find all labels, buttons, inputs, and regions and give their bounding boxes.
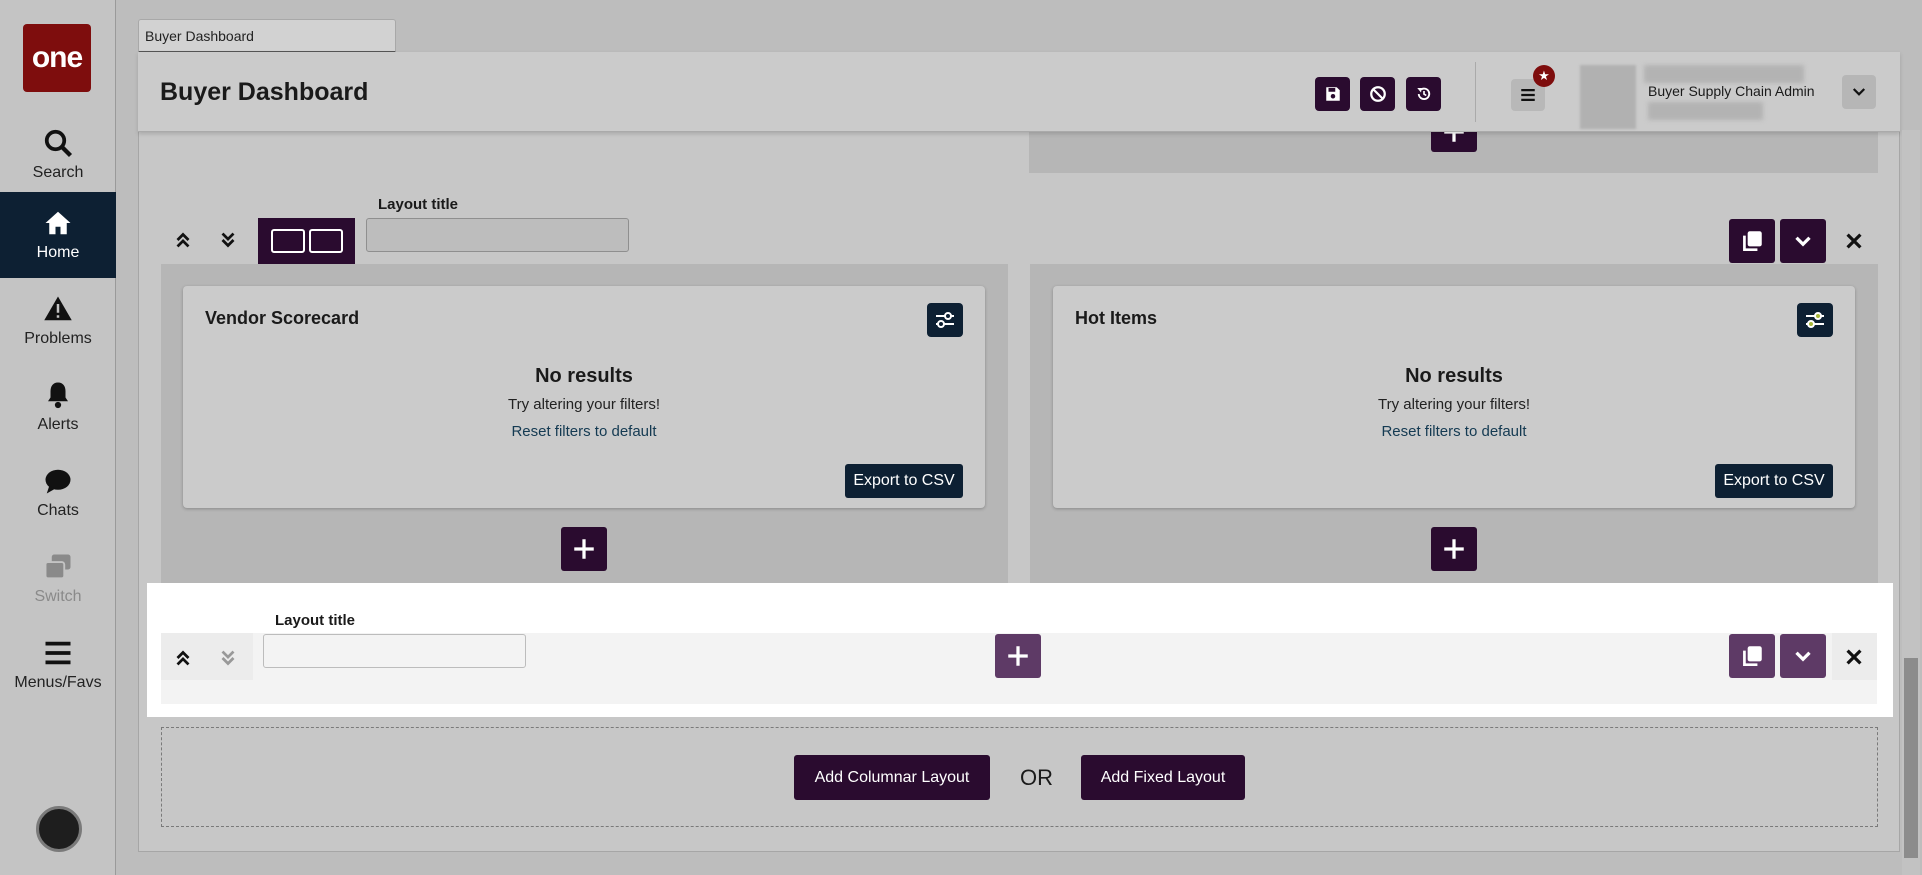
copy-layout-button[interactable]	[1729, 219, 1775, 263]
sidebar-item-problems[interactable]: Problems	[0, 278, 116, 364]
plus-icon	[1444, 539, 1464, 559]
sidebar-item-label: Problems	[24, 330, 92, 347]
bell-icon	[48, 382, 68, 409]
add-widget-button[interactable]	[995, 634, 1041, 678]
sidebar-item-menus-favs[interactable]: Menus/Favs	[0, 622, 116, 708]
chevron-down-icon	[1852, 88, 1866, 96]
move-down-button[interactable]	[206, 218, 250, 262]
user-menu-toggle[interactable]	[1842, 75, 1876, 109]
save-button[interactable]	[1315, 77, 1350, 111]
user-avatar-icon[interactable]	[36, 806, 82, 852]
filter-hint-text: Try altering your filters!	[1378, 396, 1530, 413]
move-up-button[interactable]	[161, 636, 205, 680]
or-separator: OR	[1020, 765, 1053, 790]
page-header: Buyer Dashboard ★ Buyer Supply Chain Adm…	[138, 52, 1900, 132]
user-photo	[1580, 65, 1636, 129]
add-widget-button[interactable]	[1431, 527, 1477, 571]
reset-filters-link[interactable]: Reset filters to default	[1053, 423, 1855, 440]
cancel-button[interactable]	[1360, 77, 1395, 111]
remove-layout-button[interactable]	[1832, 219, 1876, 263]
column-icon	[308, 229, 343, 253]
reset-filters-link[interactable]: Reset filters to default	[183, 423, 985, 440]
expand-layout-button[interactable]	[1780, 634, 1826, 678]
history-button[interactable]	[1406, 77, 1441, 111]
ban-icon	[1369, 86, 1386, 102]
sliders-icon	[1806, 312, 1824, 328]
layout-title-input[interactable]	[366, 218, 629, 252]
sidebar-item-label: Switch	[34, 588, 82, 605]
sidebar-item-label: Menus/Favs	[14, 674, 102, 691]
expand-layout-button[interactable]	[1780, 219, 1826, 263]
menu-icon	[1521, 89, 1535, 101]
layout-title-label: Layout title	[378, 196, 459, 213]
plus-icon	[1008, 646, 1028, 666]
menu-icon	[45, 641, 71, 665]
sidebar-item-label: Search	[32, 164, 84, 181]
sliders-icon	[936, 312, 954, 328]
layout-title-input[interactable]	[263, 634, 526, 668]
remove-layout-button[interactable]	[1832, 635, 1876, 679]
export-csv-button[interactable]: Export to CSV	[845, 464, 963, 498]
filter-hint-text: Try altering your filters!	[508, 396, 660, 413]
add-fixed-layout-button[interactable]: Add Fixed Layout	[1081, 755, 1245, 800]
column-icon	[270, 229, 305, 253]
chat-icon	[45, 469, 71, 494]
double-chevron-down-icon	[221, 232, 235, 248]
sidebar: one Search Home Problems Alerts Chats Sw…	[0, 0, 116, 875]
header-divider	[1475, 62, 1476, 122]
copy-icon	[1743, 231, 1762, 252]
sidebar-item-chats[interactable]: Chats	[0, 450, 116, 536]
double-chevron-down-icon	[221, 650, 235, 666]
export-csv-button[interactable]: Export to CSV	[1715, 464, 1833, 498]
plus-icon	[574, 539, 594, 559]
chevron-down-icon	[1795, 651, 1811, 662]
copy-layout-button[interactable]	[1729, 634, 1775, 678]
add-columnar-layout-button[interactable]: Add Columnar Layout	[794, 755, 990, 800]
widget-vendor-scorecard: Vendor Scorecard No results Try altering…	[183, 286, 985, 508]
sidebar-item-label: Alerts	[37, 416, 79, 433]
chevron-down-icon	[1795, 236, 1811, 247]
switch-icon	[44, 554, 71, 580]
two-column-layout-button[interactable]	[258, 218, 355, 264]
history-icon	[1416, 87, 1430, 100]
widget-title: Vendor Scorecard	[205, 308, 360, 328]
filter-settings-button[interactable]	[1797, 303, 1833, 337]
scrollbar-thumb[interactable]	[1904, 658, 1918, 858]
sidebar-item-switch[interactable]: Switch	[0, 536, 116, 622]
sidebar-item-search[interactable]: Search	[0, 112, 116, 198]
close-icon	[1846, 233, 1862, 249]
home-icon	[45, 211, 71, 235]
copy-icon	[1743, 646, 1762, 667]
sidebar-item-label: Home	[36, 244, 80, 261]
sidebar-item-alerts[interactable]: Alerts	[0, 364, 116, 450]
save-icon	[1325, 87, 1340, 101]
star-badge-icon: ★	[1533, 65, 1555, 87]
double-chevron-up-icon	[176, 650, 190, 666]
sidebar-item-home[interactable]: Home	[0, 192, 116, 278]
search-icon	[44, 129, 73, 158]
warning-icon	[44, 296, 72, 321]
tab-buyer-dashboard[interactable]: Buyer Dashboard	[138, 19, 396, 53]
user-role: Buyer Supply Chain Admin	[1648, 83, 1815, 99]
double-chevron-up-icon	[176, 232, 190, 248]
filter-settings-button[interactable]	[927, 303, 963, 337]
user-org-blurred	[1644, 65, 1804, 83]
move-up-button[interactable]	[161, 218, 205, 262]
layout-title-label: Layout title	[275, 612, 356, 629]
user-detail-blurred	[1648, 102, 1763, 120]
widget-title: Hot Items	[1075, 308, 1158, 328]
no-results-text: No results	[535, 365, 633, 387]
add-widget-button[interactable]	[561, 527, 607, 571]
move-down-button-disabled[interactable]	[206, 636, 250, 680]
widget-hot-items: Hot Items No results Try altering your f…	[1053, 286, 1855, 508]
app-logo[interactable]: one	[23, 24, 91, 92]
no-results-text: No results	[1405, 365, 1503, 387]
sidebar-item-label: Chats	[37, 502, 79, 519]
close-icon	[1846, 649, 1862, 665]
page-title: Buyer Dashboard	[160, 78, 369, 106]
